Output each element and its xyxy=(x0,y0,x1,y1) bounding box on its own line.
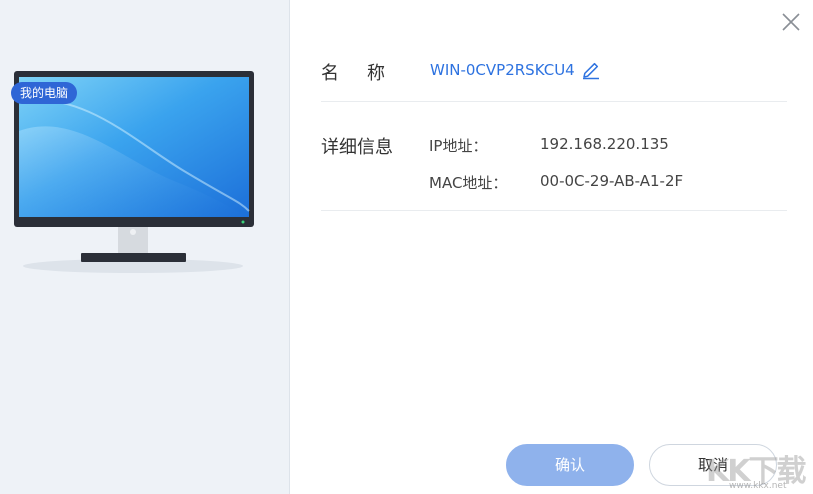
edit-icon[interactable] xyxy=(581,60,601,80)
monitor-stand xyxy=(23,227,243,273)
device-name-field[interactable]: WIN-0CVP2RSKCU4 xyxy=(430,60,601,80)
mac-label: MAC地址： xyxy=(429,174,508,192)
name-label: 名称 xyxy=(321,63,413,84)
divider xyxy=(321,210,787,211)
watermark-url: www.kkx.net xyxy=(729,481,787,491)
device-tag: 我的电脑 xyxy=(11,82,78,104)
device-preview-panel: 我的电脑 xyxy=(0,0,290,494)
close-icon[interactable] xyxy=(779,10,803,34)
mac-value: 00-0C-29-AB-A1-2F xyxy=(540,172,684,190)
detail-label: 详细信息 xyxy=(321,137,393,158)
ip-label: IP地址： xyxy=(429,137,488,155)
confirm-button[interactable]: 确认 xyxy=(506,444,634,486)
ip-value: 192.168.220.135 xyxy=(540,135,669,153)
device-name-value: WIN-0CVP2RSKCU4 xyxy=(430,61,575,79)
divider xyxy=(321,101,787,102)
